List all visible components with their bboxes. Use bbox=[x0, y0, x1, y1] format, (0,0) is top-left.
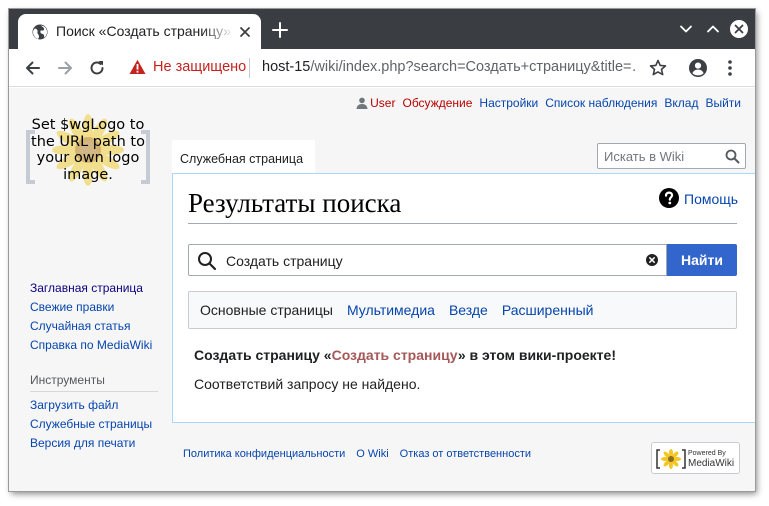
sidebar-tools: Инструменты Загрузить файл Служебные стр… bbox=[30, 373, 170, 455]
powered-by-text: Powered By MediaWiki bbox=[688, 449, 734, 469]
security-status[interactable]: Не защищено bbox=[153, 59, 246, 75]
tab-strip: Поиск «Создать страницу» — MediaWiki bbox=[9, 9, 755, 49]
browser-toolbar: Не защищено host-15/wiki/index.php?searc… bbox=[9, 49, 755, 87]
profile-tab-content-pages[interactable]: Основные страницы bbox=[200, 302, 333, 318]
search-input[interactable]: Создать страницу bbox=[188, 244, 667, 276]
sidebar-item-help[interactable]: Справка по MediaWiki bbox=[30, 338, 170, 352]
search-icon bbox=[198, 252, 217, 271]
globe-icon bbox=[32, 24, 48, 40]
create-page-prefix: Создать страницу « bbox=[194, 347, 332, 363]
search-submit-button[interactable]: Найти bbox=[667, 244, 737, 276]
page-title: Результаты поиска bbox=[188, 188, 737, 224]
reload-icon[interactable] bbox=[87, 58, 107, 78]
address-bar[interactable]: host-15/wiki/index.php?search=Создать+ст… bbox=[262, 59, 638, 75]
footer-about-link[interactable]: О Wiki bbox=[356, 448, 388, 460]
chevron-up-icon[interactable] bbox=[703, 19, 723, 39]
personal-talk-link[interactable]: Обсуждение bbox=[402, 96, 472, 110]
new-tab-icon[interactable] bbox=[271, 21, 289, 39]
sidebar-item-upload-file[interactable]: Загрузить файл bbox=[30, 398, 170, 412]
sidebar-item-main-page[interactable]: Заглавная страница bbox=[30, 281, 170, 295]
url-path: /wiki/index.php?search=Создать+страницу&… bbox=[310, 59, 638, 75]
search-form: Создать страницу Найти bbox=[188, 244, 737, 276]
url-host: host-15 bbox=[262, 59, 311, 75]
logo-placeholder-text: Set $wgLogo to the URL path to your own … bbox=[31, 117, 145, 183]
sidebar-item-recent-changes[interactable]: Свежие правки bbox=[30, 300, 170, 314]
powered-by-big: MediaWiki bbox=[688, 458, 735, 469]
profile-tab-advanced[interactable]: Расширенный bbox=[502, 302, 594, 318]
account-icon[interactable] bbox=[688, 58, 708, 78]
back-arrow-icon[interactable] bbox=[23, 58, 43, 78]
personal-tools: User Обсуждение Настройки Список наблюдения… bbox=[356, 96, 741, 110]
create-page-notice: Создать страницу «Создать страницу» в эт… bbox=[194, 347, 616, 363]
sidebar-tools-heading: Инструменты bbox=[30, 373, 158, 392]
search-profile-tabs: Основные страницы Мультимедиа Везде Расшире… bbox=[188, 291, 737, 329]
main-content: Помощь Результаты поиска Создать страниц… bbox=[172, 173, 755, 423]
search-icon[interactable] bbox=[725, 149, 740, 164]
header-search-placeholder: Искать в Wiki bbox=[604, 149, 685, 164]
create-page-suffix: » в этом вики-проекте! bbox=[457, 347, 616, 363]
clear-icon[interactable] bbox=[646, 254, 658, 266]
footer-disclaimer-link[interactable]: Отказ от ответственности bbox=[400, 448, 531, 460]
profile-tab-everything[interactable]: Везде bbox=[449, 302, 488, 318]
wiki-page: User Обсуждение Настройки Список наблюдения… bbox=[9, 88, 755, 491]
mediawiki-sunflower-icon bbox=[656, 449, 686, 469]
footer-privacy-link[interactable]: Политика конфиденциальности bbox=[183, 448, 345, 460]
powered-by-mediawiki-badge[interactable]: Powered By MediaWiki bbox=[651, 442, 740, 474]
footer-links: Политика конфиденциальности О Wiki Отказ о… bbox=[183, 448, 542, 460]
omnibox-divider bbox=[249, 58, 250, 78]
personal-preferences-link[interactable]: Настройки bbox=[479, 96, 538, 110]
bookmark-star-icon[interactable] bbox=[648, 58, 668, 78]
menu-kebab-icon[interactable] bbox=[720, 58, 740, 78]
tab-title: Поиск «Создать страницу» — MediaWiki bbox=[56, 23, 234, 39]
profile-tab-multimedia[interactable]: Мультимедиа bbox=[347, 302, 435, 318]
warning-icon[interactable] bbox=[129, 59, 146, 75]
close-tab-icon[interactable] bbox=[238, 25, 252, 39]
sidebar-item-special-pages[interactable]: Служебные страницы bbox=[30, 417, 170, 431]
create-page-link[interactable]: Создать страницу bbox=[332, 347, 458, 363]
sidebar-item-random-page[interactable]: Случайная статья bbox=[30, 319, 170, 333]
window-close-icon[interactable] bbox=[729, 19, 749, 39]
header-search-input[interactable]: Искать в Wiki bbox=[597, 143, 746, 169]
browser-tab-active[interactable]: Поиск «Создать страницу» — MediaWiki bbox=[18, 14, 261, 49]
tab-special-page[interactable]: Служебная страница bbox=[172, 140, 315, 173]
browser-window: Поиск «Создать страницу» — MediaWiki bbox=[9, 9, 755, 491]
sidebar-item-printable-version[interactable]: Версия для печати bbox=[30, 436, 170, 450]
no-results-message: Соответствий запросу не найдено. bbox=[194, 376, 421, 392]
chevron-down-icon[interactable] bbox=[676, 19, 696, 39]
personal-logout-link[interactable]: Выйти bbox=[705, 96, 741, 110]
search-query-text: Создать страницу bbox=[226, 253, 343, 269]
sidebar-navigation: Заглавная страница Свежие правки Случайн… bbox=[30, 281, 170, 357]
personal-watchlist-link[interactable]: Список наблюдения bbox=[545, 96, 657, 110]
personal-user-link[interactable]: User bbox=[370, 96, 395, 110]
site-logo[interactable]: Set $wgLogo to the URL path to your own … bbox=[23, 114, 153, 224]
personal-contributions-link[interactable]: Вклад bbox=[664, 96, 698, 110]
forward-arrow-icon[interactable] bbox=[55, 58, 75, 78]
user-icon bbox=[356, 97, 368, 109]
